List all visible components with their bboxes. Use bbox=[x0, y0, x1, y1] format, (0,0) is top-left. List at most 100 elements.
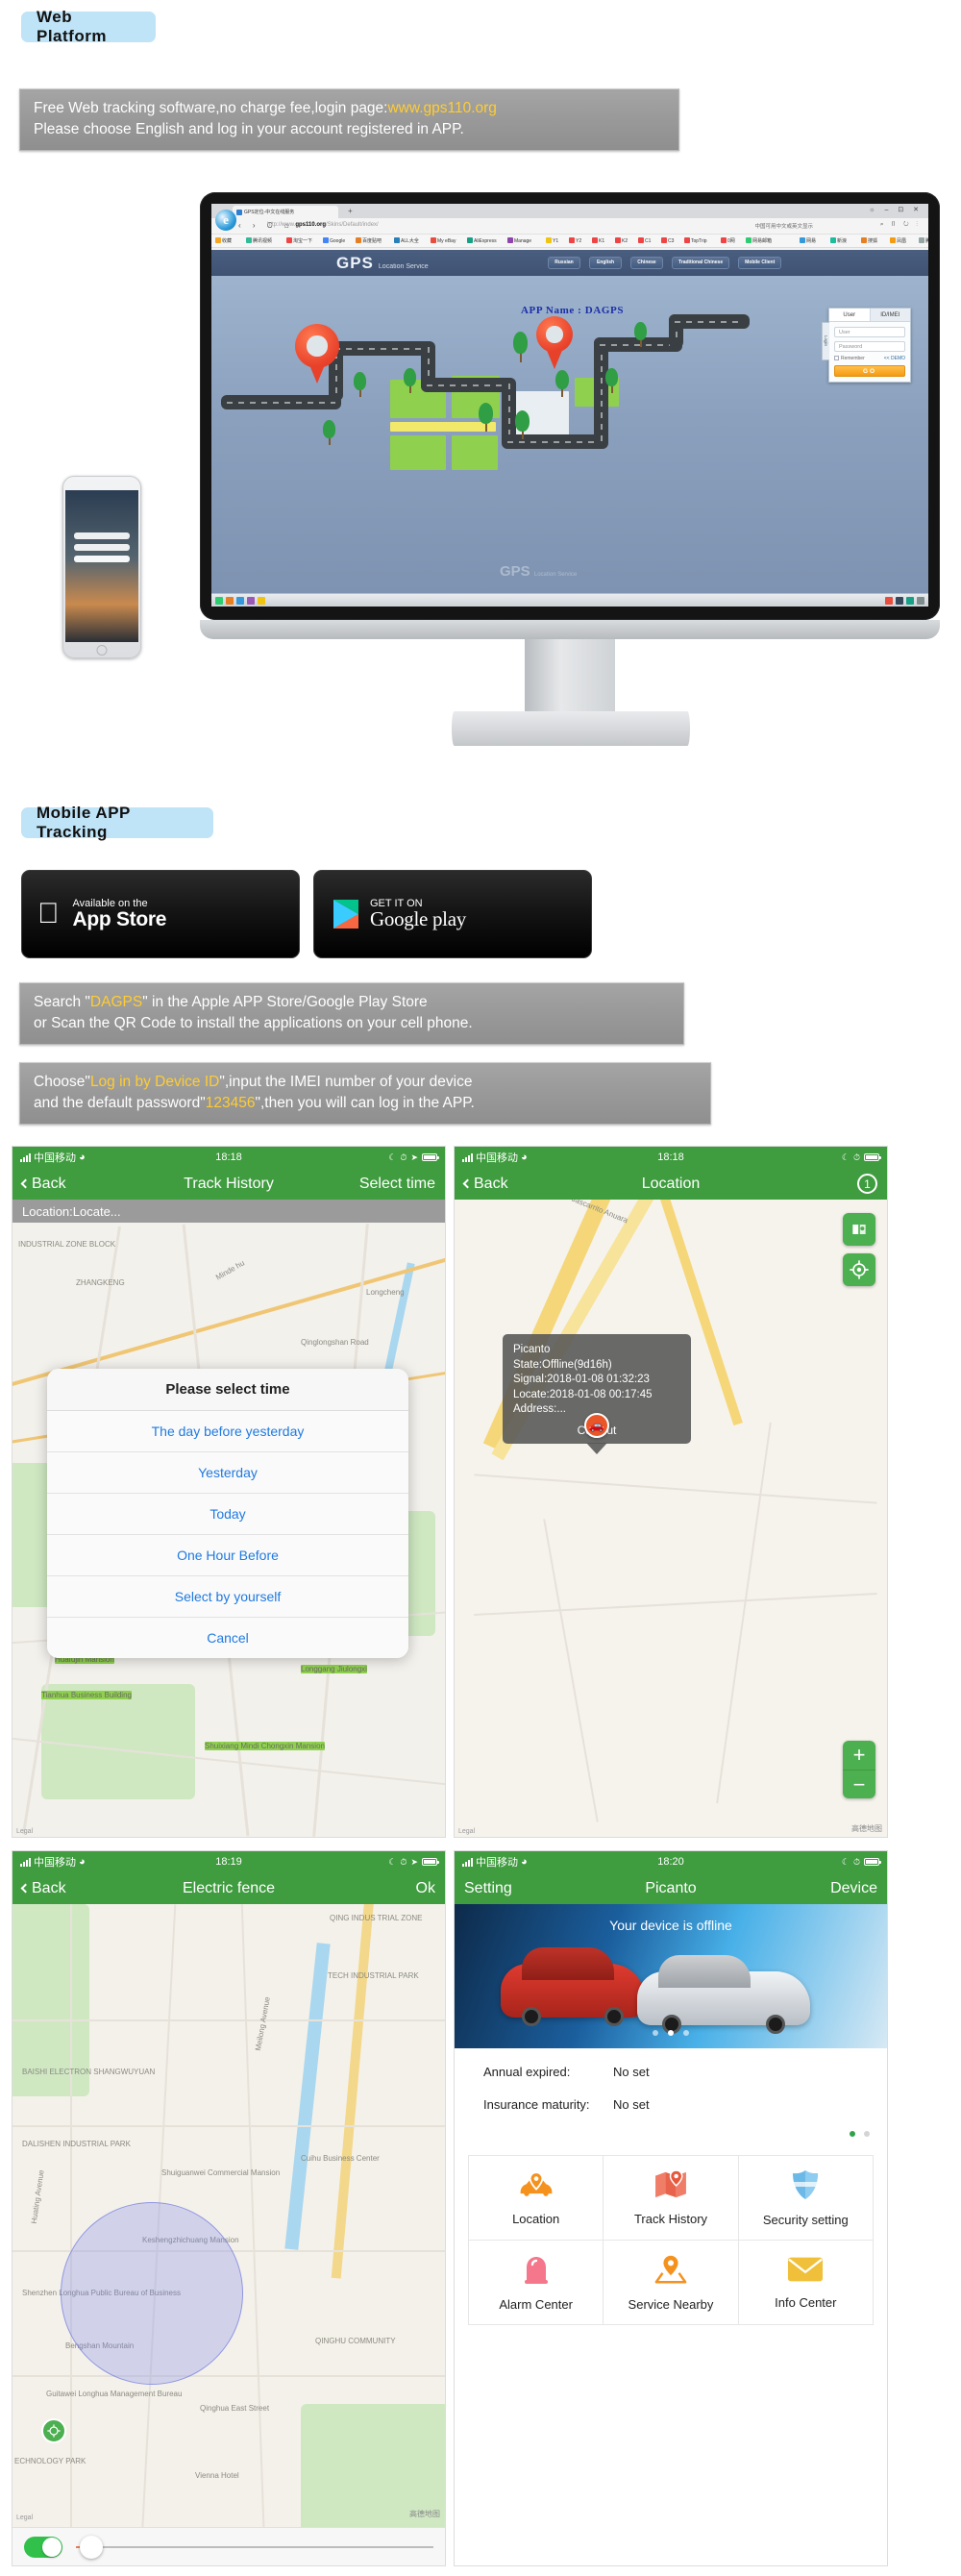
map-label: Longcheng bbox=[366, 1288, 405, 1297]
login-remember-option[interactable]: Remember bbox=[834, 356, 865, 361]
lang-button-mobile-client[interactable]: Mobile Client bbox=[738, 256, 782, 270]
back-button[interactable]: Back bbox=[462, 1176, 508, 1193]
map-location[interactable]: Jascarrito Anuara + − Picanto State:Offl… bbox=[455, 1200, 887, 1837]
lang-button-english[interactable]: English bbox=[589, 256, 622, 270]
bookmark-item[interactable]: 凤凰 bbox=[890, 237, 906, 244]
bookmark-item[interactable]: 腾讯 bbox=[919, 237, 928, 244]
google-play-badge[interactable]: GET IT ON Google play bbox=[313, 870, 592, 958]
geofence-center-marker[interactable] bbox=[41, 2418, 66, 2443]
dot[interactable] bbox=[652, 2030, 658, 2036]
iphone-home-button[interactable] bbox=[96, 645, 108, 656]
vehicle-marker[interactable]: 🚗 bbox=[584, 1413, 609, 1438]
lang-button-traditional-chinese[interactable]: Traditional Chinese bbox=[672, 256, 730, 270]
back-button[interactable]: Back bbox=[20, 1176, 66, 1193]
grid-item-security-setting[interactable]: Security setting bbox=[738, 2156, 874, 2241]
bookmark-item[interactable]: TopTrip bbox=[684, 237, 707, 244]
map-track-history[interactable]: INDUSTRIAL ZONE BLOCK ZHANGKENG Minde hu… bbox=[12, 1223, 445, 1837]
bookmark-item[interactable]: ALL大全 bbox=[394, 237, 419, 244]
browser-tab[interactable]: GPS定位-中文在线服务 bbox=[233, 206, 338, 218]
lang-button-chinese[interactable]: Chinese bbox=[630, 256, 663, 270]
battery-icon bbox=[422, 1153, 439, 1161]
taskbar-icon[interactable] bbox=[215, 596, 223, 605]
taskbar-icon[interactable] bbox=[258, 596, 265, 605]
bookmark-item[interactable]: 腾讯视频 bbox=[246, 237, 272, 244]
device-count-badge[interactable]: 1 bbox=[857, 1174, 877, 1194]
info-row-annual-expired[interactable]: Annual expired: No set bbox=[455, 2052, 887, 2092]
map-electric-fence[interactable]: QING INDUS TRIAL ZONE BAISHI ELECTRON SH… bbox=[12, 1904, 445, 2565]
bookmark-item[interactable]: Y1 bbox=[546, 237, 558, 244]
login-password-input[interactable]: Password bbox=[834, 341, 905, 352]
zoom-out-button[interactable]: − bbox=[843, 1770, 875, 1798]
taskbar-tray[interactable] bbox=[885, 596, 924, 605]
zoom-in-button[interactable]: + bbox=[843, 1741, 875, 1770]
dot-active[interactable] bbox=[849, 2131, 855, 2137]
bookmark-item[interactable]: 百度贴吧 bbox=[356, 237, 382, 244]
ok-button[interactable]: Ok bbox=[416, 1880, 435, 1897]
bookmark-item[interactable]: 搜狐 bbox=[861, 237, 877, 244]
window-controls[interactable]: ☼ – ⊡ ✕ bbox=[869, 206, 923, 213]
map-locate-button[interactable] bbox=[843, 1253, 875, 1286]
grid-item-service-nearby[interactable]: Service Nearby bbox=[604, 2241, 739, 2325]
new-tab-button[interactable]: + bbox=[348, 207, 353, 215]
bookmark-item[interactable]: My eBay bbox=[431, 237, 456, 244]
bookmark-item[interactable]: AliExpress bbox=[467, 237, 497, 244]
app-store-badge[interactable]:  Available on the App Store bbox=[21, 870, 300, 958]
lang-button-russian[interactable]: Russian bbox=[548, 256, 580, 270]
map-layers-button[interactable] bbox=[843, 1213, 875, 1246]
taskbar-icon[interactable] bbox=[247, 596, 255, 605]
back-button[interactable]: Back bbox=[20, 1880, 66, 1897]
fence-enable-toggle[interactable] bbox=[24, 2536, 62, 2558]
dot[interactable] bbox=[683, 2030, 690, 2036]
grid-item-info-center[interactable]: Info Center bbox=[738, 2241, 874, 2325]
login-user-input[interactable]: User bbox=[834, 327, 905, 337]
tree-icon bbox=[479, 403, 493, 432]
fence-radius-slider[interactable] bbox=[76, 2535, 433, 2559]
geofence-circle[interactable] bbox=[61, 2202, 243, 2385]
dot[interactable] bbox=[864, 2131, 870, 2137]
iphone-form-row[interactable] bbox=[74, 533, 130, 539]
login-go-button[interactable]: GO bbox=[834, 365, 905, 377]
remember-checkbox[interactable] bbox=[834, 356, 839, 360]
bookmark-item[interactable]: C3 bbox=[661, 237, 674, 244]
bookmark-item[interactable]: 网易邮箱 bbox=[746, 237, 772, 244]
bookmark-item[interactable]: 收藏 bbox=[215, 237, 232, 244]
sheet-item-today[interactable]: Today bbox=[47, 1494, 408, 1535]
device-button[interactable]: Device bbox=[830, 1880, 877, 1897]
grid-item-track-history[interactable]: Track History bbox=[604, 2156, 739, 2241]
info-row-insurance-maturity[interactable]: Insurance maturity: No set bbox=[455, 2092, 887, 2124]
login-demo-link[interactable]: << DEMO bbox=[884, 356, 905, 361]
sheet-item-one-hour-before[interactable]: One Hour Before bbox=[47, 1535, 408, 1576]
bookmark-item[interactable]: 淘宝一下 bbox=[286, 237, 312, 244]
bookmark-item[interactable]: Google bbox=[323, 237, 345, 244]
sheet-item-yesterday[interactable]: Yesterday bbox=[47, 1452, 408, 1494]
slider-knob[interactable] bbox=[80, 2535, 103, 2559]
bookmark-item[interactable]: C1 bbox=[638, 237, 651, 244]
login-tab-user[interactable]: User bbox=[829, 309, 870, 321]
grid-item-alarm-center[interactable]: Alarm Center bbox=[469, 2241, 604, 2325]
url-text[interactable]: http://www.gps110.org/Skins/Default/inde… bbox=[267, 222, 379, 228]
sheet-item-select-by-yourself[interactable]: Select by yourself bbox=[47, 1576, 408, 1618]
taskbar-icon[interactable] bbox=[236, 596, 244, 605]
insurance-maturity-value: No set bbox=[613, 2097, 650, 2112]
bookmark-item[interactable]: K1 bbox=[592, 237, 604, 244]
bookmark-item[interactable]: 网易 bbox=[800, 237, 816, 244]
map-zoom-controls[interactable]: + − bbox=[843, 1741, 875, 1798]
iphone-form-row[interactable] bbox=[74, 556, 130, 562]
login-tab-imei[interactable]: ID/IMEI bbox=[869, 309, 910, 321]
taskbar-icon[interactable] bbox=[226, 596, 234, 605]
grid-item-location[interactable]: Location bbox=[469, 2156, 604, 2241]
iphone-form-row[interactable] bbox=[74, 544, 130, 551]
dot-active[interactable] bbox=[668, 2030, 674, 2036]
setting-button[interactable]: Setting bbox=[464, 1880, 512, 1897]
sheet-item-cancel[interactable]: Cancel bbox=[47, 1618, 408, 1658]
info-pagination-dots[interactable] bbox=[455, 2124, 887, 2142]
urlbar-right-icons[interactable]: ⌕ ▯ ↻ ⋮ bbox=[880, 221, 921, 229]
banner-pagination-dots[interactable] bbox=[455, 2023, 887, 2041]
bookmark-item[interactable]: Y2 bbox=[569, 237, 581, 244]
bookmark-item[interactable]: 0网 bbox=[721, 237, 735, 244]
select-time-button[interactable]: Select time bbox=[359, 1176, 435, 1193]
bookmark-item[interactable]: Manage bbox=[507, 237, 531, 244]
bookmark-item[interactable]: K2 bbox=[615, 237, 628, 244]
bookmark-item[interactable]: 新浪 bbox=[830, 237, 847, 244]
sheet-item-day-before-yesterday[interactable]: The day before yesterday bbox=[47, 1411, 408, 1452]
